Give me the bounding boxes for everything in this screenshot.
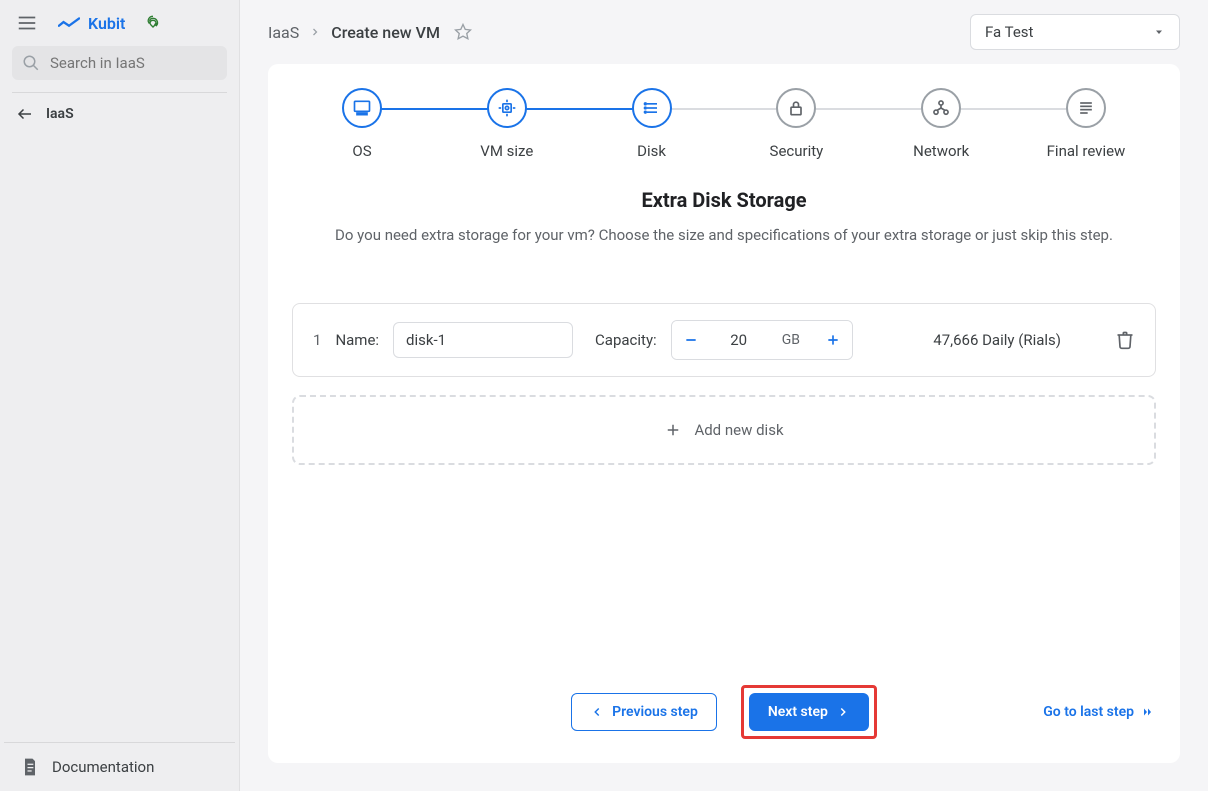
step-label: Disk — [637, 142, 666, 160]
sidebar-back-label: IaaS — [46, 106, 74, 122]
content-card: OS VM size Disk Security Network Final r… — [268, 64, 1180, 763]
sidebar-top: Kubit — [0, 0, 239, 46]
plus-icon — [664, 421, 682, 439]
step-label: OS — [352, 142, 371, 160]
go-to-last-step-button[interactable]: Go to last step — [1043, 704, 1156, 720]
disk-icon — [642, 98, 662, 118]
main: IaaS Create new VM Fa Test OS — [240, 0, 1208, 791]
step-os[interactable]: OS — [312, 88, 412, 160]
disk-index: 1 — [313, 331, 321, 349]
network-icon — [931, 98, 951, 118]
menu-icon[interactable] — [16, 12, 38, 34]
page-subtitle: Do you need extra storage for your vm? C… — [292, 224, 1156, 247]
search-input[interactable] — [50, 54, 217, 72]
step-label: Final review — [1047, 142, 1126, 160]
capacity-decrease-button[interactable] — [672, 321, 710, 359]
search-icon — [22, 54, 40, 72]
stepper: OS VM size Disk Security Network Final r… — [292, 88, 1156, 160]
lock-icon — [786, 98, 806, 118]
double-chevron-right-icon — [1140, 706, 1156, 718]
star-icon[interactable] — [454, 23, 472, 41]
disk-name-label: Name: — [335, 331, 379, 349]
capacity-unit: GB — [768, 332, 814, 348]
step-vmsize[interactable]: VM size — [457, 88, 557, 160]
step-label: VM size — [480, 142, 533, 160]
cpu-icon — [497, 98, 517, 118]
next-label: Next step — [768, 704, 828, 720]
step-label: Security — [770, 142, 824, 160]
sidebar: Kubit IaaS Documentation — [0, 0, 240, 791]
search-wrap — [0, 46, 239, 92]
chevron-left-icon — [590, 705, 604, 719]
monitor-icon — [352, 98, 372, 118]
next-step-button[interactable]: Next step — [749, 693, 869, 731]
prev-label: Previous step — [612, 704, 698, 720]
previous-step-button[interactable]: Previous step — [571, 693, 717, 731]
chevron-right-icon — [836, 705, 850, 719]
disk-row: 1 Name: Capacity: 20 GB 47,666 Daily (Ri… — [292, 303, 1156, 377]
list-icon — [1076, 98, 1096, 118]
logo-text: Kubit — [88, 14, 125, 33]
add-disk-label: Add new disk — [694, 421, 783, 439]
disk-price: 47,666 Daily (Rials) — [933, 331, 1061, 349]
logo-mark-icon — [58, 16, 80, 30]
workspace-select[interactable]: Fa Test — [970, 14, 1180, 50]
step-security[interactable]: Security — [746, 88, 846, 160]
step-network[interactable]: Network — [891, 88, 991, 160]
workspace-selected: Fa Test — [985, 23, 1033, 41]
footer-actions: Previous step Next step Go to last step — [292, 685, 1156, 739]
disk-capacity-label: Capacity: — [595, 331, 657, 349]
arrow-left-icon — [16, 105, 34, 123]
step-label: Network — [913, 142, 969, 160]
disk-name-input[interactable] — [393, 322, 573, 358]
breadcrumb: IaaS Create new VM — [268, 23, 472, 42]
logo[interactable]: Kubit — [58, 14, 125, 33]
capacity-stepper: 20 GB — [671, 320, 853, 360]
documentation-link[interactable]: Documentation — [4, 742, 235, 791]
capacity-increase-button[interactable] — [814, 321, 852, 359]
document-icon — [20, 757, 40, 777]
documentation-label: Documentation — [52, 758, 154, 776]
last-label: Go to last step — [1043, 704, 1134, 720]
step-disk[interactable]: Disk — [602, 88, 702, 160]
chevron-right-icon — [309, 26, 321, 38]
secondary-logo-icon — [145, 15, 161, 31]
topbar: IaaS Create new VM Fa Test — [240, 0, 1208, 64]
capacity-value: 20 — [710, 331, 768, 349]
spacer — [0, 135, 239, 742]
breadcrumb-current: Create new VM — [331, 23, 440, 42]
delete-disk-button[interactable] — [1115, 330, 1135, 350]
search-box[interactable] — [12, 46, 227, 80]
add-disk-button[interactable]: Add new disk — [292, 395, 1156, 465]
next-step-highlight: Next step — [741, 685, 877, 739]
step-review[interactable]: Final review — [1036, 88, 1136, 160]
breadcrumb-root[interactable]: IaaS — [268, 23, 299, 42]
caret-down-icon — [1153, 26, 1165, 38]
page-title: Extra Disk Storage — [292, 188, 1156, 212]
sidebar-back-item[interactable]: IaaS — [0, 93, 239, 135]
